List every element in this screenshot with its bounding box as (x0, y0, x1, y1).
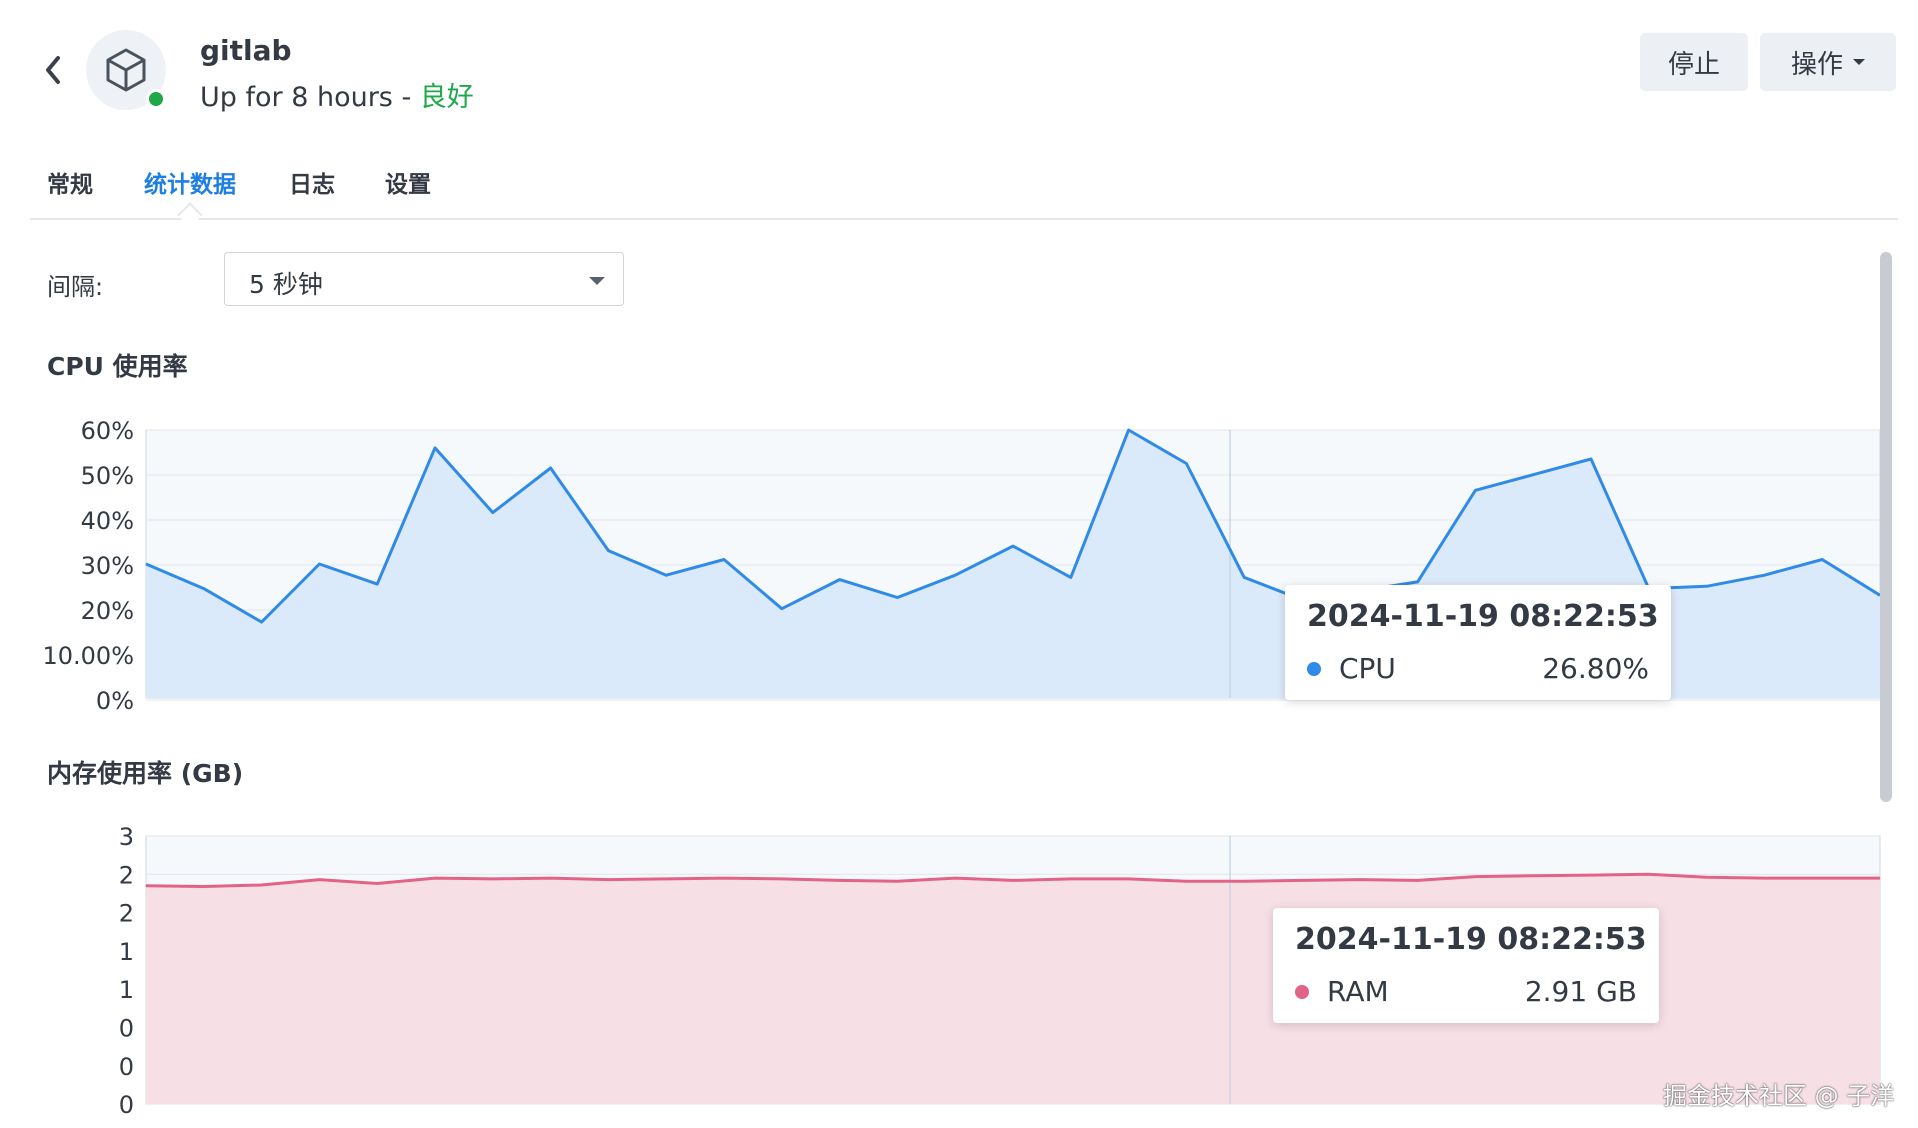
ram-tooltip-value: 2.91 GB (1524, 975, 1637, 1008)
ram-data-point (839, 879, 841, 881)
cpu-data-point (261, 621, 263, 623)
ram-data-point (1012, 879, 1014, 881)
ram-y-tick-label: 1 (119, 938, 134, 966)
ram-y-tick-label: 2 (119, 861, 134, 889)
ram-tooltip-time: 2024-11-19 08:22:53 (1295, 922, 1647, 957)
cpu-y-tick-label: 40% (81, 507, 134, 535)
cpu-tooltip-value: 26.80% (1542, 652, 1649, 685)
cpu-tooltip-series: CPU (1339, 652, 1396, 685)
cpu-y-tick-label: 50% (81, 462, 134, 490)
cpu-data-point (550, 467, 552, 469)
cpu-data-point (203, 588, 205, 590)
ram-data-point (1243, 880, 1245, 882)
cpu-y-tick-label: 0% (96, 687, 134, 715)
ram-data-point (665, 878, 667, 880)
ram-tooltip: 2024-11-19 08:22:53 RAM 2.91 GB (1273, 908, 1659, 1023)
ram-data-point (1821, 877, 1823, 879)
ram-data-point (781, 878, 783, 880)
cpu-data-point (896, 597, 898, 598)
cpu-data-point (954, 574, 956, 576)
cpu-data-point (1763, 574, 1765, 576)
ram-legend-dot (1295, 984, 1309, 999)
ram-data-point (261, 884, 263, 886)
ram-data-point (492, 878, 494, 880)
cpu-data-point (1185, 463, 1187, 464)
ram-y-tick-label: 1 (119, 976, 134, 1004)
cpu-data-point (1474, 489, 1476, 491)
ram-data-point (318, 879, 320, 881)
cpu-data-point (318, 563, 320, 565)
cpu-data-point (1532, 474, 1534, 476)
ram-data-point (1128, 878, 1130, 880)
cpu-y-tick-label: 20% (81, 597, 134, 625)
ram-data-point (203, 886, 205, 888)
ram-data-point (1301, 879, 1303, 881)
ram-data-point (145, 885, 147, 887)
ram-data-point (1590, 874, 1592, 876)
ram-data-point (1185, 880, 1187, 882)
ram-y-tick-label: 2 (119, 900, 134, 928)
cpu-data-point (492, 512, 494, 514)
cpu-legend-dot (1307, 661, 1321, 676)
ram-data-point (1706, 876, 1708, 878)
cpu-data-point (1070, 576, 1072, 578)
cpu-data-point (1012, 545, 1014, 547)
cpu-data-point (434, 447, 436, 449)
cpu-y-tick-label: 60% (81, 417, 134, 445)
cpu-data-point (665, 574, 667, 576)
cpu-y-tick-label: 10.00% (42, 642, 134, 670)
ram-data-point (1417, 879, 1419, 881)
ram-data-point (550, 877, 552, 879)
ram-data-point (434, 877, 436, 879)
cpu-y-tick-label: 30% (81, 552, 134, 580)
vertical-scrollbar[interactable] (1880, 252, 1892, 802)
cpu-data-point (723, 559, 725, 561)
ram-y-tick-label: 0 (119, 1015, 134, 1043)
ram-data-point (1359, 879, 1361, 881)
ram-y-tick-label: 3 (119, 823, 134, 851)
ram-data-point (954, 877, 956, 879)
ram-tooltip-series: RAM (1327, 975, 1389, 1008)
ram-data-point (1879, 877, 1881, 879)
ram-data-point (1763, 877, 1765, 879)
watermark: 掘金技术社区 @ 子洋 (1663, 1082, 1895, 1110)
cpu-data-point (376, 583, 378, 585)
ram-data-point (1532, 875, 1534, 877)
cpu-data-point (1243, 576, 1245, 578)
cpu-data-point (607, 550, 609, 552)
ram-data-point (896, 880, 898, 882)
ram-y-tick-label: 0 (119, 1091, 134, 1119)
ram-data-point (1648, 873, 1650, 875)
ram-data-point (376, 882, 378, 884)
ram-data-point (1070, 878, 1072, 880)
ram-data-point (1474, 876, 1476, 878)
cpu-data-point (1128, 429, 1130, 431)
cpu-data-point (1706, 585, 1708, 587)
cpu-data-point (839, 579, 841, 581)
cpu-data-point (1417, 581, 1419, 583)
cpu-data-point (1821, 559, 1823, 561)
cpu-data-point (145, 563, 147, 565)
cpu-data-point (1590, 458, 1592, 460)
ram-data-point (607, 879, 609, 881)
ram-data-point (723, 877, 725, 879)
cpu-tooltip: 2024-11-19 08:22:53 CPU 26.80% (1285, 585, 1671, 700)
ram-y-tick-label: 0 (119, 1053, 134, 1081)
cpu-tooltip-time: 2024-11-19 08:22:53 (1307, 599, 1659, 634)
cpu-data-point (781, 608, 783, 610)
